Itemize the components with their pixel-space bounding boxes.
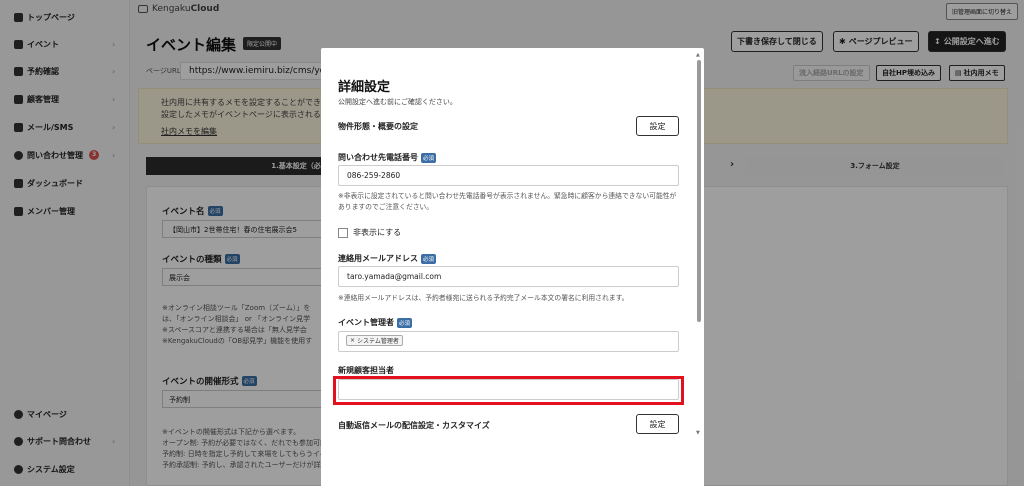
modal-subtitle: 公開設定へ進む前にご確認ください。 [338,98,457,106]
property-settings-label: 物件形態・概要の設定 [338,122,418,131]
hide-phone-checkbox[interactable] [338,227,348,238]
phone-label: 問い合わせ先電話番号 必須 [338,152,437,163]
required-badge: 必須 [397,317,413,328]
hide-phone-checkbox-row[interactable]: 非表示にする [338,227,401,238]
email-label: 連絡用メールアドレス 必須 [338,253,437,264]
highlight-box [333,376,684,405]
scroll-up-icon[interactable]: ▲ [696,52,700,58]
phone-input[interactable]: 086-259-2860 [338,165,679,186]
phone-note: ※非表示に設定されていると問い合わせ先電話番号が表示されません。緊急時に顧客から… [338,192,677,211]
new-customer-manager-label: 新規顧客担当者 [338,366,394,375]
manager-tag[interactable]: × システム管理者 [346,335,403,346]
remove-tag-icon[interactable]: × [350,337,355,344]
event-manager-label: イベント管理者 必須 [338,317,413,328]
detail-settings-modal: 詳細設定 公開設定へ進む前にご確認ください。 物件形態・概要の設定 設定 問い合… [321,48,704,486]
scroll-down-icon[interactable]: ▼ [696,430,700,436]
property-settings-button[interactable]: 設定 [636,116,679,136]
email-input[interactable]: taro.yamada@gmail.com [338,266,679,287]
auto-reply-settings-button[interactable]: 設定 [636,414,679,434]
email-note: ※連絡用メールアドレスは、予約者様宛に送られる予約完了メール本文の署名に利用され… [338,294,629,302]
required-badge: 必須 [421,152,437,163]
auto-reply-mail-label: 自動返信メールの配信設定・カスタマイズ [338,421,490,430]
modal-title: 詳細設定 [338,80,391,95]
modal-scrollbar[interactable] [697,60,701,322]
required-badge: 必須 [421,253,437,264]
